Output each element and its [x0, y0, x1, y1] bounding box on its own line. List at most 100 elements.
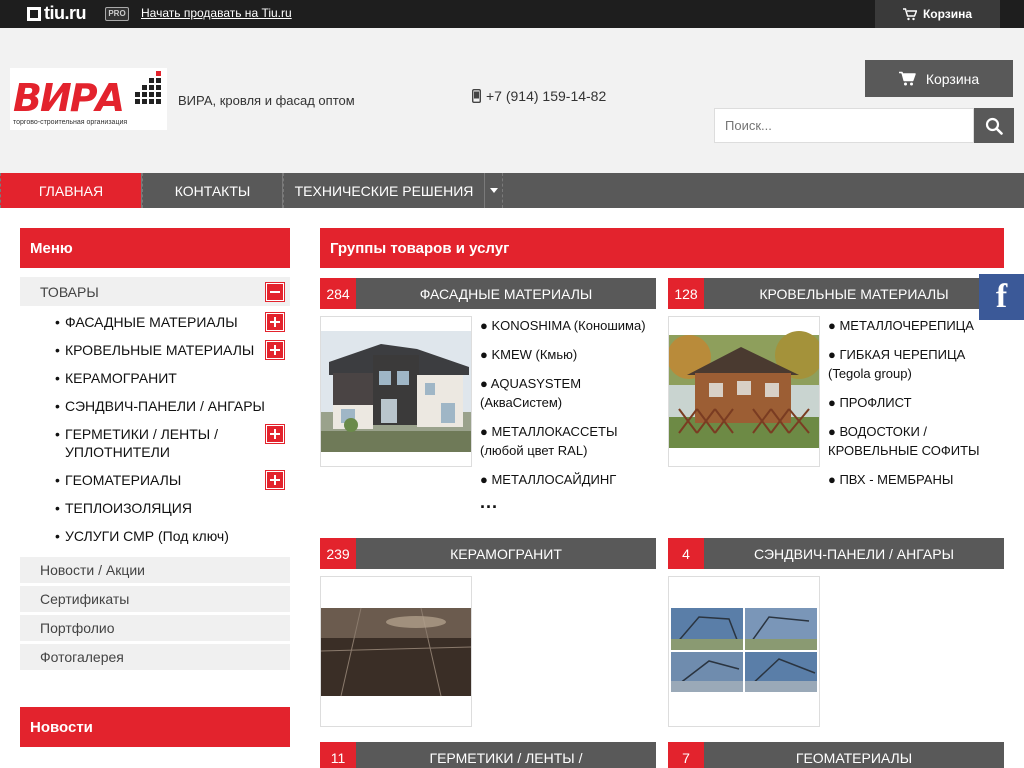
- product-group-title[interactable]: ГЕОМАТЕРИАЛЫ: [704, 742, 1004, 768]
- sidebar-item-geomaterials[interactable]: • ГЕОМАТЕРИАЛЫ: [20, 466, 290, 494]
- sidebar-link-certificates[interactable]: Сертификаты: [20, 586, 290, 612]
- sidebar-item-label: КРОВЕЛЬНЫЕ МАТЕРИАЛЫ: [65, 342, 255, 358]
- product-group-link[interactable]: ● МЕТАЛЛОКАССЕТЫ (любой цвет RAL): [480, 422, 656, 460]
- search-button[interactable]: [974, 108, 1014, 143]
- product-group-link[interactable]: ● ВОДОСТОКИ / КРОВЕЛЬНЫЕ СОФИТЫ: [828, 422, 1004, 460]
- product-group-image[interactable]: [668, 576, 820, 727]
- sidebar-menu: ТОВАРЫ • ФАСАДНЫЕ МАТЕРИАЛЫ • КРОВЕЛЬНЫЕ М…: [20, 277, 290, 670]
- cart-label: Корзина: [925, 70, 980, 87]
- sidebar-item-insulation[interactable]: • ТЕПЛОИЗОЛЯЦИЯ: [20, 494, 290, 522]
- product-group-header[interactable]: 284 ФАСАДНЫЕ МАТЕРИАЛЫ: [320, 278, 656, 309]
- site-header: ВИРА торгово-строительная организация ВИ…: [0, 28, 1024, 173]
- product-group-title[interactable]: КРОВЕЛЬНЫЕ МАТЕРИАЛЫ: [704, 278, 1004, 309]
- nav-dropdown-toggle[interactable]: [485, 173, 503, 208]
- more-link[interactable]: ...: [480, 493, 656, 512]
- start-selling-link[interactable]: Начать продавать на Tiu.ru: [141, 6, 292, 20]
- product-group-header[interactable]: 239 КЕРАМОГРАНИТ: [320, 538, 656, 569]
- product-group-header[interactable]: 7 ГЕОМАТЕРИАЛЫ: [668, 742, 1004, 768]
- sidebar-item-roofing[interactable]: • КРОВЕЛЬНЫЕ МАТЕРИАЛЫ: [20, 336, 290, 364]
- tiu-logo[interactable]: tiu.ru: [27, 3, 87, 24]
- product-group-card: 7 ГЕОМАТЕРИАЛЫ: [668, 742, 1004, 768]
- product-group-link[interactable]: ● KMEW (Кмью): [480, 345, 656, 364]
- product-group-link[interactable]: ● ГИБКАЯ ЧЕРЕПИЦА (Tegola group): [828, 345, 1004, 383]
- product-group-header[interactable]: 4 СЭНДВИЧ-ПАНЕЛИ / АНГАРЫ: [668, 538, 1004, 569]
- product-count-badge: 128: [668, 278, 704, 309]
- sidebar-link-portfolio[interactable]: Портфолио: [20, 615, 290, 641]
- wooden-house-photo: [669, 317, 819, 466]
- product-group-link[interactable]: ● МЕТАЛЛОЧЕРЕПИЦА: [828, 316, 1004, 335]
- product-group-image[interactable]: [320, 316, 472, 467]
- product-group-link[interactable]: ● ПВХ - МЕМБРАНЫ: [828, 470, 1004, 489]
- product-groups-title: Группы товаров и услуг: [320, 228, 1004, 268]
- company-logo[interactable]: ВИРА торгово-строительная организация: [10, 68, 167, 130]
- sidebar-link-news[interactable]: Новости / Акции: [20, 557, 290, 583]
- sidebar-item-label: ГЕРМЕТИКИ / ЛЕНТЫ / УПЛОТНИТЕЛИ: [65, 426, 218, 460]
- product-count-badge: 239: [320, 538, 356, 569]
- sidebar-item-label: СЭНДВИЧ-ПАНЕЛИ / АНГАРЫ: [65, 398, 265, 414]
- company-slogan: ВИРА, кровля и фасад оптом: [178, 93, 355, 108]
- cart-button[interactable]: Корзина: [865, 60, 1013, 97]
- pro-badge: PRO: [105, 7, 129, 21]
- logo-text: ВИРА: [13, 76, 125, 120]
- expand-icon[interactable]: [265, 340, 285, 360]
- expand-icon[interactable]: [265, 312, 285, 332]
- product-group-link[interactable]: ● KONOSHIMA (Коношима): [480, 316, 656, 335]
- sidebar-menu-title: Меню: [20, 228, 290, 268]
- product-group-image[interactable]: [668, 316, 820, 467]
- logo-subtitle: торгово-строительная организация: [13, 119, 128, 126]
- product-group-link[interactable]: ● AQUASYSTEM (АкваСистем): [480, 374, 656, 412]
- product-group-link[interactable]: ● МЕТАЛЛОСАЙДИНГ: [480, 470, 656, 489]
- cart-icon: [898, 71, 916, 86]
- product-group-title[interactable]: ГЕРМЕТИКИ / ЛЕНТЫ /: [356, 742, 656, 768]
- sidebar-item-label: УСЛУГИ СМР (Под ключ): [65, 528, 229, 544]
- search-input[interactable]: [714, 108, 974, 143]
- main-nav: ГЛАВНАЯ КОНТАКТЫ ТЕХНИЧЕСКИЕ РЕШЕНИЯ: [0, 173, 1024, 208]
- product-count-badge: 284: [320, 278, 356, 309]
- sidebar-item-porcelain[interactable]: • КЕРАМОГРАНИТ: [20, 364, 290, 392]
- top-cart-label: Корзина: [922, 7, 973, 21]
- product-group-card: 4 СЭНДВИЧ-ПАНЕЛИ / АНГАРЫ: [668, 538, 1004, 727]
- sidebar-item-sandwich-panels[interactable]: • СЭНДВИЧ-ПАНЕЛИ / АНГАРЫ: [20, 392, 290, 420]
- sidebar-subcategories: • ФАСАДНЫЕ МАТЕРИАЛЫ • КРОВЕЛЬНЫЕ МАТЕРИАЛ…: [20, 306, 290, 554]
- search-icon: [985, 117, 1003, 135]
- product-group-header[interactable]: 128 КРОВЕЛЬНЫЕ МАТЕРИАЛЫ: [668, 278, 1004, 309]
- product-group-card: 284 ФАСАДНЫЕ МАТЕРИАЛЫ ● KONOSHIMA (Коно…: [320, 278, 656, 522]
- sidebar-item-label: ФАСАДНЫЕ МАТЕРИАЛЫ: [65, 314, 238, 330]
- top-bar: tiu.ru PRO Начать продавать на Tiu.ru Ко…: [0, 0, 1024, 28]
- product-group-title[interactable]: КЕРАМОГРАНИТ: [356, 538, 656, 569]
- expand-icon[interactable]: [265, 470, 285, 490]
- nav-item-home[interactable]: ГЛАВНАЯ: [0, 173, 142, 208]
- sidebar-item-services[interactable]: • УСЛУГИ СМР (Под ключ): [20, 522, 290, 554]
- sidebar-item-facade[interactable]: • ФАСАДНЫЕ МАТЕРИАЛЫ: [20, 308, 290, 336]
- house-photo: [321, 317, 471, 466]
- nav-item-tech-solutions[interactable]: ТЕХНИЧЕСКИЕ РЕШЕНИЯ: [283, 173, 485, 208]
- sidebar-item-label: ТЕПЛОИЗОЛЯЦИЯ: [65, 500, 192, 516]
- phone-number[interactable]: +7 (914) 159-14-82: [472, 88, 606, 104]
- facebook-button[interactable]: f: [979, 274, 1024, 320]
- sidebar-link-gallery[interactable]: Фотогалерея: [20, 644, 290, 670]
- search-form: [714, 108, 1014, 143]
- product-group-title[interactable]: СЭНДВИЧ-ПАНЕЛИ / АНГАРЫ: [704, 538, 1004, 569]
- hangar-construction-photo: [669, 577, 819, 726]
- product-group-card: 11 ГЕРМЕТИКИ / ЛЕНТЫ /: [320, 742, 656, 768]
- logo-grid-icon: [135, 71, 163, 113]
- tiu-logo-text: tiu.ru: [44, 3, 87, 23]
- sidebar-category-label: ТОВАРЫ: [40, 283, 99, 300]
- product-group-card: 128 КРОВЕЛЬНЫЕ МАТЕРИАЛЫ ● МЕТАЛЛОЧЕРЕПИ…: [668, 278, 1004, 499]
- collapse-icon[interactable]: [265, 281, 285, 302]
- sidebar-category-goods[interactable]: ТОВАРЫ: [20, 277, 290, 306]
- caret-down-icon: [489, 188, 498, 193]
- top-cart-button[interactable]: Корзина: [875, 0, 1000, 28]
- product-group-title[interactable]: ФАСАДНЫЕ МАТЕРИАЛЫ: [356, 278, 656, 309]
- product-count-badge: 4: [668, 538, 704, 569]
- sidebar-item-sealants[interactable]: • ГЕРМЕТИКИ / ЛЕНТЫ / УПЛОТНИТЕЛИ: [20, 420, 290, 466]
- product-group-image[interactable]: [320, 576, 472, 727]
- expand-icon[interactable]: [265, 424, 285, 444]
- product-count-badge: 11: [320, 742, 356, 768]
- product-count-badge: 7: [668, 742, 704, 768]
- facebook-icon: f: [995, 278, 1008, 315]
- product-group-card: 239 КЕРАМОГРАНИТ: [320, 538, 656, 727]
- product-group-link[interactable]: ● ПРОФЛИСТ: [828, 393, 1004, 412]
- nav-item-contacts[interactable]: КОНТАКТЫ: [142, 173, 283, 208]
- product-group-header[interactable]: 11 ГЕРМЕТИКИ / ЛЕНТЫ /: [320, 742, 656, 768]
